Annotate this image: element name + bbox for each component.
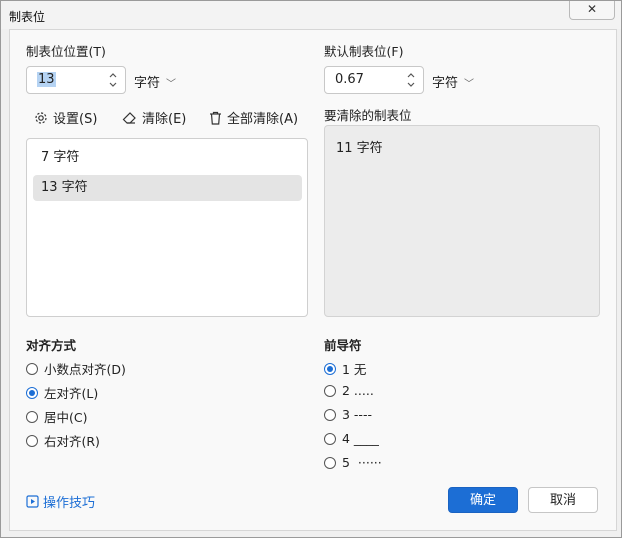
leader-dots-radio[interactable]: 2 .....	[324, 383, 374, 398]
ok-button[interactable]: 确定	[448, 487, 518, 513]
tab-position-value: 13	[37, 72, 56, 87]
set-button-label: 设置(S)	[53, 112, 98, 127]
eraser-icon	[122, 111, 136, 124]
leader-none-radio[interactable]: 1 无	[324, 359, 366, 378]
tab-position-unit-dropdown[interactable]: 字符 ﹀	[134, 72, 176, 91]
radio-circle-checked	[324, 362, 336, 375]
radio-label: 小数点对齐(D)	[44, 362, 126, 377]
gear-icon	[35, 111, 47, 124]
align-decimal-radio[interactable]: 小数点对齐(D)	[26, 359, 126, 378]
radio-circle	[26, 410, 38, 423]
radio-label: 左对齐(L)	[44, 386, 99, 401]
leader-middle-dot-radio[interactable]: 5 ······	[324, 455, 382, 470]
list-item[interactable]: 7 字符	[33, 145, 302, 171]
tab-position-input[interactable]: 13	[26, 66, 126, 94]
tabs-dialog: 制表位 ✕ 制表位位置(T) 13 字符 ﹀ 默认制表位(F) 0.67 字符 ﹀	[0, 0, 622, 538]
radio-circle	[324, 408, 336, 421]
tab-stop-list[interactable]: 7 字符 13 字符	[26, 138, 308, 317]
title-bar: 制表位 ✕	[1, 1, 621, 29]
radio-circle	[26, 362, 38, 375]
align-left-radio[interactable]: 左对齐(L)	[26, 383, 98, 402]
tab-position-label: 制表位位置(T)	[26, 44, 106, 59]
dialog-title: 制表位	[9, 10, 46, 24]
radio-label: 2 .....	[342, 383, 374, 398]
clear-all-button[interactable]: 全部清除(A)	[209, 108, 298, 127]
alignment-label: 对齐方式	[26, 338, 77, 353]
default-tab-label: 默认制表位(F)	[324, 44, 404, 59]
radio-label: 右对齐(R)	[44, 434, 100, 449]
close-button[interactable]: ✕	[569, 1, 615, 20]
trash-icon	[210, 111, 221, 125]
tips-link[interactable]: 操作技巧	[26, 492, 95, 511]
to-clear-item: 11 字符	[336, 141, 383, 156]
to-clear-label: 要清除的制表位	[324, 108, 412, 123]
chevron-down-icon: ﹀	[464, 79, 475, 90]
list-item-selected[interactable]: 13 字符	[33, 175, 302, 201]
clear-button-label: 清除(E)	[142, 112, 187, 127]
align-right-radio[interactable]: 右对齐(R)	[26, 431, 100, 450]
leader-underline-radio[interactable]: 4 ____	[324, 431, 379, 446]
radio-circle	[324, 384, 336, 397]
radio-label: 1 无	[342, 362, 367, 377]
radio-circle	[324, 432, 336, 445]
default-tab-unit: 字符	[432, 76, 459, 91]
chevron-down-icon: ﹀	[166, 79, 177, 90]
default-tab-input[interactable]: 0.67	[324, 66, 424, 94]
tab-position-unit: 字符	[134, 76, 161, 91]
clear-button[interactable]: 清除(E)	[122, 108, 186, 127]
to-clear-box: 11 字符	[324, 125, 600, 317]
radio-circle-checked	[26, 386, 38, 399]
radio-label: 4 ____	[342, 431, 379, 446]
set-button[interactable]: 设置(S)	[34, 108, 97, 127]
radio-label: 居中(C)	[44, 410, 88, 425]
tips-link-label: 操作技巧	[43, 496, 96, 511]
default-tab-value: 0.67	[335, 72, 364, 87]
spin-arrows-icon[interactable]	[405, 69, 417, 91]
dialog-content: 制表位位置(T) 13 字符 ﹀ 默认制表位(F) 0.67 字符 ﹀ 设置(S)	[9, 29, 617, 531]
clear-all-button-label: 全部清除(A)	[227, 112, 299, 127]
cancel-button[interactable]: 取消	[528, 487, 598, 513]
radio-label: 3 ----	[342, 407, 372, 422]
radio-label: 5 ······	[342, 455, 382, 470]
leader-dash-radio[interactable]: 3 ----	[324, 407, 372, 422]
play-icon	[26, 495, 39, 508]
spin-arrows-icon[interactable]	[107, 69, 119, 91]
radio-circle	[26, 434, 38, 447]
radio-circle	[324, 456, 336, 469]
leader-label: 前导符	[324, 338, 362, 353]
default-tab-unit-dropdown[interactable]: 字符 ﹀	[432, 72, 474, 91]
close-icon: ✕	[586, 2, 598, 16]
align-center-radio[interactable]: 居中(C)	[26, 407, 87, 426]
